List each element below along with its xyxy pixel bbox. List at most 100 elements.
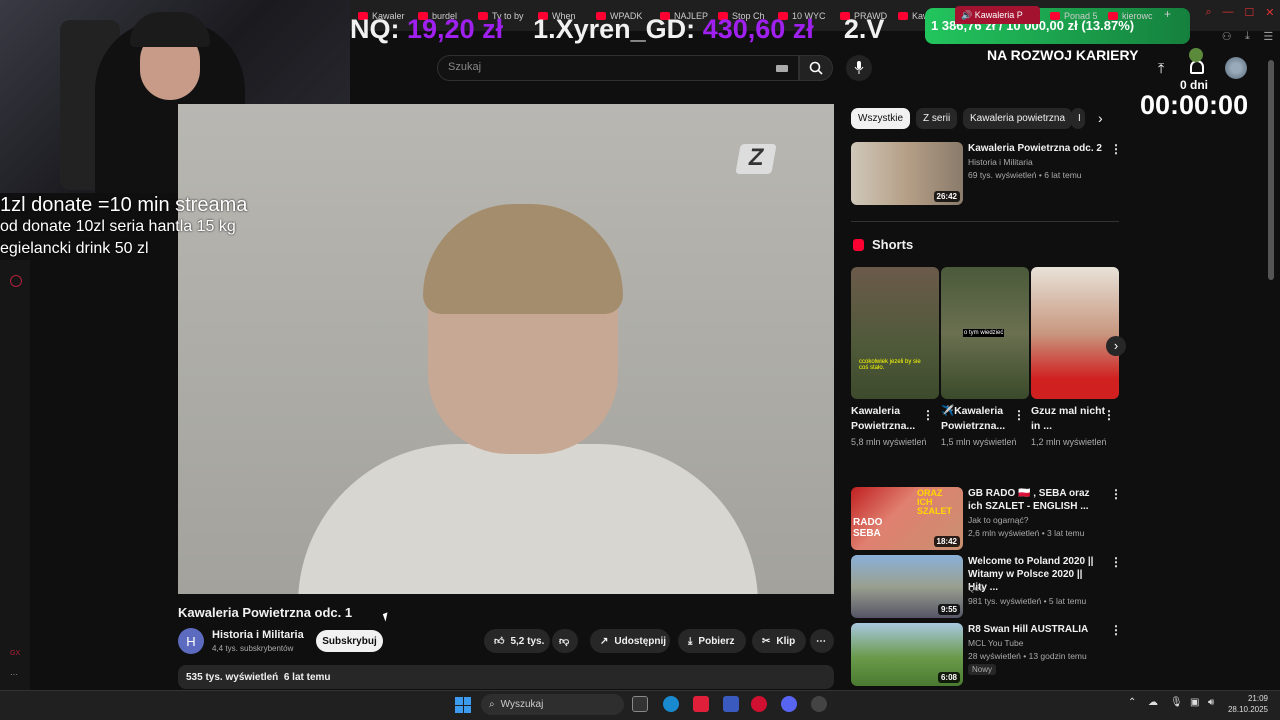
kebab-menu-icon[interactable]: ⋮ [1110, 487, 1122, 501]
more-icon[interactable]: ⋯ [10, 670, 18, 679]
maximize-icon[interactable]: ☐ [1244, 6, 1254, 24]
short-thumbnail[interactable]: o tym wiedzieć [941, 267, 1029, 399]
settings-icon[interactable] [10, 275, 22, 287]
related-video-meta: 981 tys. wyświetleń • 5 lat temu [968, 596, 1087, 606]
system-clock[interactable]: 21:09 28.10.2025 [1226, 693, 1268, 715]
video-thumbnail[interactable]: 26:42 [851, 142, 963, 205]
snipping-tool-icon[interactable] [723, 696, 739, 712]
keyboard-icon[interactable] [776, 65, 788, 72]
edge-icon[interactable] [663, 696, 679, 712]
video-frame-subject-hair [423, 204, 623, 314]
related-video-title[interactable]: GB RADO 🇵🇱 , SEBA oraz ich SZALET - ENGL… [968, 487, 1103, 513]
window-controls: ⌕ — ☐ ✕ [1200, 6, 1280, 24]
download-icon[interactable]: ⤓ [1245, 30, 1250, 46]
chip-series[interactable]: Z serii [916, 108, 958, 129]
like-button[interactable]: 👍︎ 5,2 tys. [484, 629, 550, 653]
pepe-icon [1189, 48, 1203, 62]
close-icon[interactable]: ✕ [1265, 6, 1274, 24]
video-thumbnail[interactable]: 6:08 [851, 623, 963, 686]
chevron-right-icon[interactable]: › [1098, 110, 1103, 126]
kebab-menu-icon[interactable]: ⋮ [1013, 408, 1025, 422]
minimize-icon[interactable]: — [1223, 6, 1234, 24]
subscribe-button[interactable]: Subskrybuj [316, 630, 383, 652]
youtube-icon [1050, 12, 1060, 20]
share-button[interactable]: ↗ Udostępnij [590, 629, 670, 653]
thumbs-up-icon: 👍︎ [494, 636, 505, 647]
youtube-icon [1108, 12, 1118, 20]
side-panel: GX ⋯ [0, 260, 30, 690]
youtube-app-icon[interactable] [693, 696, 709, 712]
search-icon: ⌕ [489, 699, 495, 710]
gx-icon[interactable]: GX [10, 650, 20, 657]
windows-start-icon[interactable] [455, 697, 471, 713]
video-thumbnail[interactable]: ORAZ ICH SZALET RADO SEBA 18:42 [851, 487, 963, 550]
page-scrollbar[interactable] [1268, 60, 1274, 280]
video-thumbnail[interactable]: 9:55 [851, 555, 963, 618]
related-video-channel[interactable]: Historia i Militaria [968, 156, 1033, 169]
mouse-cursor [382, 612, 391, 622]
volume-icon[interactable]: 🔊︎ [1208, 697, 1214, 708]
search-button[interactable] [799, 55, 833, 81]
chip-all[interactable]: Wszystkie [851, 108, 910, 129]
kebab-menu-icon[interactable]: ⋮ [1110, 142, 1122, 156]
browser-toolbar-icons: ⚇ ⤓ ☰ [1215, 30, 1280, 46]
microphone-icon [854, 61, 864, 74]
opera-gx-icon[interactable] [751, 696, 767, 712]
kebab-menu-icon[interactable]: ⋮ [1110, 623, 1122, 637]
short-thumbnail[interactable]: ccokolwiek jezeli by sie coś stało. [851, 267, 939, 399]
short-title[interactable]: Kawaleria Powietrzna... [851, 404, 929, 434]
search-input[interactable]: Szukaj [437, 55, 799, 81]
short-views: 1,2 mln wyświetleń [1031, 437, 1107, 447]
cloud-icon[interactable]: ☁ [1148, 697, 1158, 708]
browser-tab[interactable]: Ponad 5 [1050, 8, 1100, 24]
kebab-menu-icon[interactable]: ⋮ [922, 408, 934, 422]
donate-rule-2: od donate 10zl seria hantla 15 kg [0, 218, 236, 235]
task-view-icon[interactable] [632, 696, 648, 712]
short-thumbnail[interactable] [1031, 267, 1119, 399]
kebab-menu-icon[interactable]: ⋮ [1110, 555, 1122, 569]
more-actions-button[interactable]: ⋯ [810, 629, 834, 653]
network-icon[interactable]: ▣ [1190, 697, 1199, 708]
video-player[interactable]: Z [178, 104, 834, 594]
tv-channel-logo: Z [735, 144, 777, 174]
tray-chevron-icon[interactable]: ⌃ [1128, 697, 1136, 708]
profile-icon[interactable]: ⚇ [1222, 30, 1232, 46]
menu-icon[interactable]: ☰ [1263, 30, 1273, 46]
kebab-menu-icon[interactable]: ⋮ [1103, 408, 1115, 422]
divider [851, 221, 1119, 222]
channel-name[interactable]: Historia i Militaria [212, 629, 304, 641]
channel-avatar[interactable]: H [178, 628, 204, 654]
related-video-title[interactable]: Welcome to Poland 2020 || Witamy w Polsc… [968, 555, 1103, 594]
shorts-next-button[interactable]: › [1106, 336, 1126, 356]
new-tab-button[interactable]: + [1164, 7, 1171, 21]
clip-button[interactable]: ✂ Klip [752, 629, 806, 653]
browser-tab[interactable]: kierowc [1108, 8, 1158, 24]
discord-icon[interactable] [781, 696, 797, 712]
related-video-channel[interactable]: Jak to ogarnąć? [968, 514, 1028, 527]
scissors-icon: ✂ [762, 635, 771, 647]
chip-kawaleria[interactable]: Kawaleria powietrzna [963, 108, 1073, 129]
related-video-meta: 28 wyświetleń • 13 godzin temu [968, 651, 1087, 661]
user-avatar[interactable] [1225, 57, 1247, 79]
related-video-title[interactable]: Kawaleria Powietrzna odc. 2 [968, 142, 1103, 155]
chip-truncated[interactable]: I [1071, 108, 1085, 129]
search-tabs-icon[interactable]: ⌕ [1205, 6, 1211, 24]
microphone-tray-icon[interactable]: 🎙︎ [1170, 697, 1183, 708]
obs-icon[interactable] [811, 696, 827, 712]
related-video-title[interactable]: R8 Swan Hill AUSTRALIA [968, 623, 1103, 636]
taskbar-search[interactable]: ⌕ Wyszukaj [481, 694, 624, 715]
short-title[interactable]: Gzuz mal nicht in ... [1031, 404, 1109, 434]
upload-icon[interactable]: ⤒ [1158, 60, 1164, 77]
related-video-channel[interactable]: MCL You Tube [968, 637, 1023, 650]
dislike-button[interactable]: 👎︎ [552, 629, 578, 653]
download-button[interactable]: ⤓ Pobierz [678, 629, 746, 653]
subscriber-count: 4,4 tys. subskrybentów [212, 644, 294, 653]
career-goal-label: NA ROZWOJ KARIERY [987, 47, 1139, 63]
notifications-bell-icon[interactable] [1190, 60, 1204, 74]
description-box[interactable]: 535 tys. wyświetleń 6 lat temu [178, 665, 834, 689]
streamer-cap [130, 12, 210, 47]
short-title[interactable]: ✈️Kawaleria Powietrzna... [941, 404, 1019, 434]
related-video-channel[interactable]: Qeli [968, 582, 983, 595]
voice-search-button[interactable] [846, 55, 872, 81]
browser-tab-active[interactable]: 🔊 Kawaleria P [955, 6, 1040, 24]
